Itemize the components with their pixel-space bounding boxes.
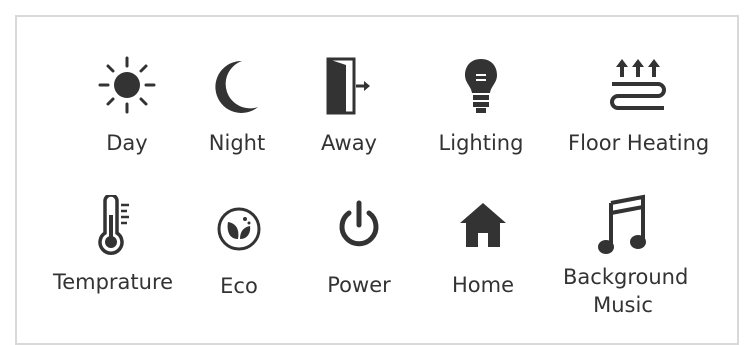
light-bulb-icon xyxy=(461,57,501,115)
mode-panel: Day Night Away Lighting Floor Heating Te… xyxy=(15,15,739,345)
mode-background-music-label: Background Music xyxy=(563,265,689,317)
mode-lighting-label: Lighting xyxy=(438,131,524,155)
mode-temprature-label: Temprature xyxy=(52,270,174,294)
mode-temprature-button[interactable]: Temprature xyxy=(43,187,183,307)
sun-icon xyxy=(97,55,157,115)
eco-leaf-icon xyxy=(215,205,263,253)
mode-eco-button[interactable]: Eco xyxy=(169,187,309,307)
door-exit-icon xyxy=(324,55,374,117)
thermometer-icon xyxy=(93,195,133,257)
power-icon xyxy=(335,199,383,253)
home-icon xyxy=(458,201,508,249)
mode-background-music-button[interactable]: Background Music xyxy=(553,187,693,327)
floor-heating-icon xyxy=(608,57,668,113)
music-note-icon xyxy=(597,193,649,257)
mode-home-button[interactable]: Home xyxy=(413,187,553,307)
mode-eco-label: Eco xyxy=(220,274,258,298)
mode-power-label: Power xyxy=(327,273,391,297)
moon-icon xyxy=(212,57,262,117)
mode-away-button[interactable]: Away xyxy=(279,47,419,162)
mode-power-button[interactable]: Power xyxy=(289,187,429,307)
mode-floor-heating-label: Floor Heating xyxy=(568,131,710,155)
mode-floor-heating-button[interactable]: Floor Heating xyxy=(568,47,710,162)
mode-away-label: Away xyxy=(321,131,377,155)
mode-lighting-button[interactable]: Lighting xyxy=(411,47,551,162)
mode-home-label: Home xyxy=(451,273,514,297)
